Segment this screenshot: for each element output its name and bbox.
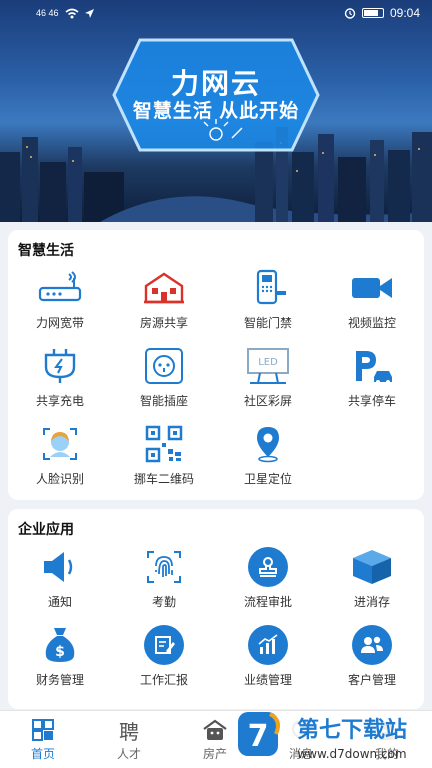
location-arrow-icon (84, 8, 94, 18)
site-watermark-logo: 7 第七下载站 www.d7down.com (238, 712, 422, 761)
status-bar: 46 46 09:04 (0, 0, 432, 26)
nav-label: 房产 (202, 747, 227, 761)
smart-life-item-door-access[interactable]: 智能门禁 (216, 266, 320, 344)
smart-life-item-qr-code[interactable]: 挪车二维码 (112, 422, 216, 500)
smart-life-item-socket[interactable]: 智能插座 (112, 344, 216, 422)
recruit-glyph-icon: 聘 (119, 719, 139, 744)
money-bag-icon: $ (38, 625, 82, 665)
item-label: 流程审批 (243, 595, 292, 609)
hero-banner[interactable]: 力网云 智慧生活 从此开始 (0, 0, 432, 222)
svg-text:www.d7down.com: www.d7down.com (297, 747, 406, 761)
enterprise-section: 企业应用 通知 考勤 流程审批 进消存 $ 财务管理 工作汇报 业绩管理 客户管… (8, 509, 424, 709)
smart-life-item-charging[interactable]: 共享充电 (8, 344, 112, 422)
smart-life-item-parking[interactable]: 共享停车 (320, 344, 424, 422)
smart-life-item-video[interactable]: 视频监控 (320, 266, 424, 344)
enterprise-item-finance[interactable]: $ 财务管理 (8, 623, 112, 701)
door-lock-icon (246, 268, 290, 308)
item-label: 挪车二维码 (133, 472, 194, 486)
alarm-icon (344, 8, 356, 19)
item-label: 房源共享 (139, 316, 188, 330)
enterprise-item-performance[interactable]: 业绩管理 (216, 623, 320, 701)
item-label: 业绩管理 (243, 673, 292, 687)
house-face-icon (202, 717, 228, 743)
svg-text:LED: LED (258, 357, 278, 368)
svg-text:第七下载站: 第七下载站 (297, 717, 407, 743)
enterprise-item-inventory[interactable]: 进消存 (320, 545, 424, 623)
item-label: 客户管理 (347, 673, 396, 687)
enterprise-grid: 通知 考勤 流程审批 进消存 $ 财务管理 工作汇报 业绩管理 客户管理 (8, 545, 424, 701)
nav-label: 首页 (30, 747, 55, 761)
status-left: 46 46 (36, 8, 94, 19)
item-label: 工作汇报 (139, 673, 188, 687)
parking-icon (350, 346, 394, 386)
nav-talent[interactable]: 聘 人才 (86, 711, 172, 768)
wifi-icon (65, 8, 79, 18)
item-label: 人脸识别 (35, 472, 84, 486)
item-label: 力网宽带 (35, 316, 84, 330)
item-label: 财务管理 (35, 673, 84, 687)
video-camera-icon (350, 268, 394, 308)
speaker-icon (38, 547, 82, 587)
smart-life-section: 智慧生活 力网宽带 房源共享 智能门禁 视频监控 共享充电 智能插座 LED 社… (8, 230, 424, 500)
item-label: 卫星定位 (243, 472, 292, 486)
item-label: 社区彩屏 (243, 394, 292, 408)
box-icon (350, 547, 394, 587)
customers-icon (352, 625, 392, 665)
item-label: 考勤 (151, 595, 176, 609)
bar-chart-icon (248, 625, 288, 665)
svg-text:7: 7 (248, 719, 269, 754)
fingerprint-icon (142, 547, 186, 587)
battery-icon (361, 8, 384, 18)
item-label: 智能门禁 (243, 316, 292, 330)
smart-life-item-led-screen[interactable]: LED 社区彩屏 (216, 344, 320, 422)
signal-text: 46 46 (36, 8, 59, 18)
enterprise-item-notice[interactable]: 通知 (8, 545, 112, 623)
svg-text:$: $ (55, 644, 65, 660)
location-pin-icon (246, 424, 290, 464)
qr-code-icon (142, 424, 186, 464)
item-label: 通知 (47, 595, 72, 609)
face-scan-icon (38, 424, 82, 464)
section-title: 企业应用 (18, 521, 74, 537)
enterprise-item-work-report[interactable]: 工作汇报 (112, 623, 216, 701)
item-label: 共享充电 (35, 394, 84, 408)
smart-life-item-face-recognition[interactable]: 人脸识别 (8, 422, 112, 500)
home-grid-icon (31, 717, 55, 743)
nav-home[interactable]: 首页 (0, 711, 86, 768)
led-screen-icon: LED (246, 346, 290, 386)
item-label: 视频监控 (347, 316, 396, 330)
nav-label: 人才 (116, 747, 141, 761)
enterprise-item-approval[interactable]: 流程审批 (216, 545, 320, 623)
smart-life-item-housing[interactable]: 房源共享 (112, 266, 216, 344)
report-edit-icon (144, 625, 184, 665)
smart-life-item-broadband[interactable]: 力网宽带 (8, 266, 112, 344)
smart-life-grid: 力网宽带 房源共享 智能门禁 视频监控 共享充电 智能插座 LED 社区彩屏 共… (8, 266, 424, 500)
socket-icon (142, 346, 186, 386)
item-label: 进消存 (353, 595, 390, 609)
router-icon (38, 268, 82, 308)
enterprise-item-customers[interactable]: 客户管理 (320, 623, 424, 701)
section-title: 智慧生活 (18, 242, 74, 258)
item-label: 共享停车 (347, 394, 396, 408)
house-icon (142, 268, 186, 308)
stamp-icon (248, 547, 288, 587)
smart-life-item-satellite-location[interactable]: 卫星定位 (216, 422, 320, 500)
status-time: 09:04 (389, 6, 420, 20)
banner-subtitle: 智慧生活 从此开始 (132, 101, 300, 122)
status-right: 09:04 (344, 6, 420, 20)
enterprise-item-attendance[interactable]: 考勤 (112, 545, 216, 623)
item-label: 智能插座 (139, 394, 188, 408)
charging-plug-icon (38, 346, 82, 386)
